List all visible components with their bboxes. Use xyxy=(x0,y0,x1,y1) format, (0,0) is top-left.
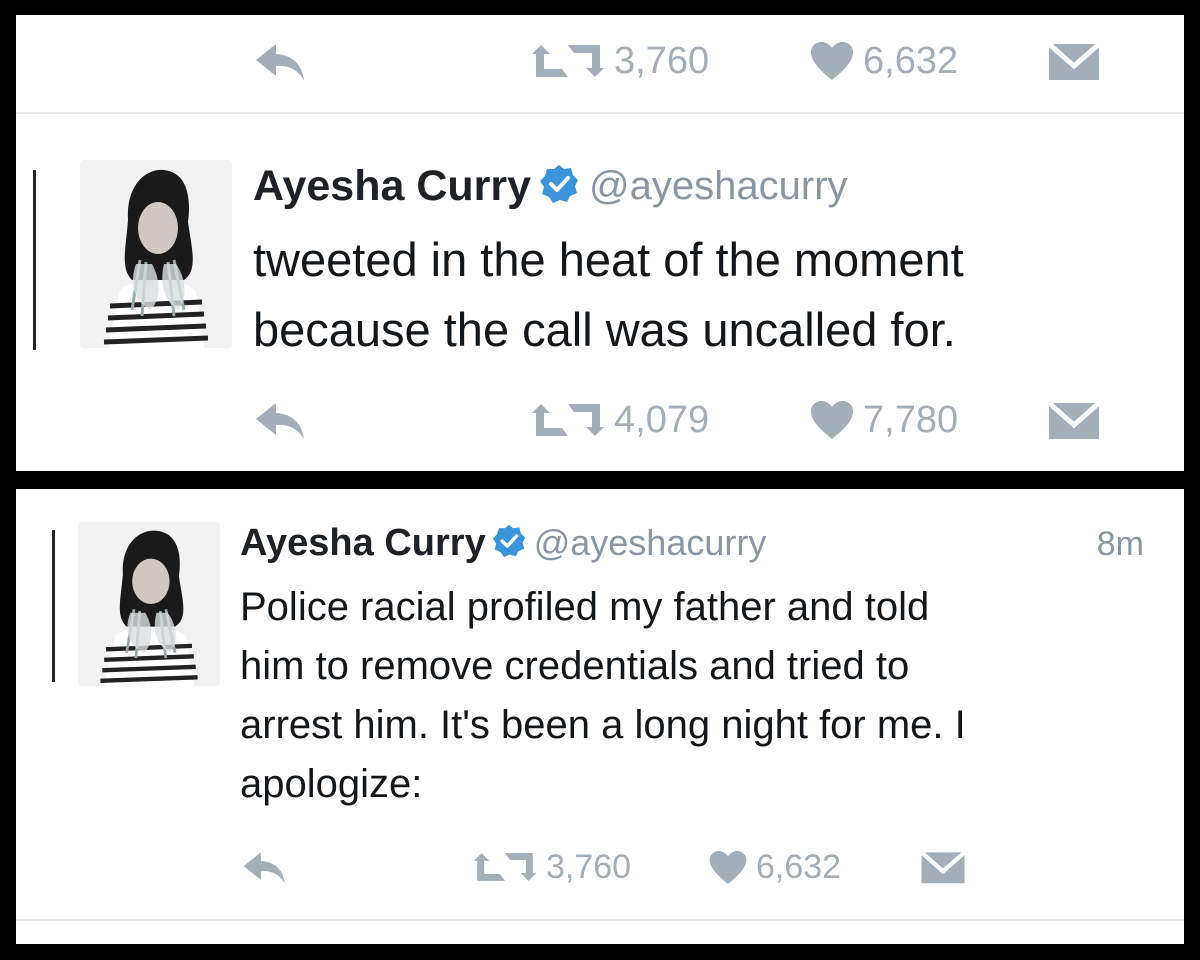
like-button[interactable]: 7,780 xyxy=(809,390,958,450)
avatar-photo xyxy=(80,160,232,348)
tweet-timestamp[interactable]: 8m xyxy=(1097,525,1144,564)
like-icon xyxy=(809,399,855,441)
reply-icon xyxy=(254,397,310,443)
user-handle[interactable]: @ayeshacurry xyxy=(589,164,847,209)
retweet-icon xyxy=(472,851,538,883)
tweet-text-line: tweeted in the heat of the moment xyxy=(253,233,964,286)
tweet-text-line: apologize: xyxy=(240,762,423,806)
display-name[interactable]: Ayesha Curry xyxy=(253,162,531,211)
avatar-container xyxy=(52,522,222,692)
reply-button[interactable] xyxy=(254,390,310,450)
retweet-icon xyxy=(530,43,606,79)
direct-message-button[interactable] xyxy=(919,837,967,897)
like-count: 6,632 xyxy=(863,39,959,82)
like-icon xyxy=(809,40,855,82)
retweet-button[interactable]: 3,760 xyxy=(530,31,709,91)
direct-message-button[interactable] xyxy=(1046,31,1102,91)
user-handle[interactable]: @ayeshacurry xyxy=(534,522,767,564)
direct-message-icon xyxy=(1046,397,1102,443)
reply-icon xyxy=(254,38,310,84)
reply-icon xyxy=(242,847,290,887)
tweet-header: Ayesha Curry @ayeshacurry xyxy=(240,517,766,569)
tweet-header: Ayesha Curry @ayeshacurry xyxy=(253,157,848,215)
verified-badge-icon xyxy=(492,524,526,563)
tweet-divider xyxy=(16,919,1184,921)
like-button[interactable]: 6,632 xyxy=(809,31,958,91)
tweet-screenshot-panel-1: 3,760 6,632 Ayesha Curry @ayeshacurry tw… xyxy=(16,15,1184,471)
like-count: 6,632 xyxy=(756,847,842,886)
display-name[interactable]: Ayesha Curry xyxy=(240,522,486,565)
tweet-text: tweeted in the heat of the moment becaus… xyxy=(253,225,1173,365)
retweet-count: 3,760 xyxy=(546,847,632,886)
direct-message-icon xyxy=(1046,38,1102,84)
retweet-button[interactable]: 3,760 xyxy=(472,837,631,897)
like-button[interactable]: 6,632 xyxy=(708,837,841,897)
avatar-edge xyxy=(33,170,36,350)
retweet-button[interactable]: 4,079 xyxy=(530,390,709,450)
tweet-text-line: arrest him. It's been a long night for m… xyxy=(240,703,966,747)
direct-message-button[interactable] xyxy=(1046,390,1102,450)
tweet-text: Police racial profiled my father and tol… xyxy=(240,578,1170,814)
tweet-text-line: him to remove credentials and tried to xyxy=(240,644,910,688)
tweet-text-line: because the call was uncalled for. xyxy=(253,303,956,356)
tweet-screenshot-panel-2: Ayesha Curry @ayeshacurry 8m Police raci… xyxy=(16,489,1184,944)
avatar-edge xyxy=(52,530,55,682)
avatar-container xyxy=(33,160,233,360)
retweet-icon xyxy=(530,402,606,438)
avatar-photo xyxy=(78,522,220,686)
previous-tweet-actions: 3,760 6,632 xyxy=(16,31,1184,91)
verified-badge-icon xyxy=(539,164,579,209)
avatar xyxy=(80,160,232,348)
retweet-count: 4,079 xyxy=(614,398,710,441)
reply-button[interactable] xyxy=(242,837,290,897)
tweet-actions: 4,079 7,780 xyxy=(16,390,1184,450)
like-count: 7,780 xyxy=(863,398,959,441)
tweet-actions: 3,760 6,632 xyxy=(16,837,1184,897)
tweet-divider xyxy=(16,112,1184,114)
reply-button[interactable] xyxy=(254,31,310,91)
direct-message-icon xyxy=(919,847,967,887)
retweet-count: 3,760 xyxy=(614,39,710,82)
avatar xyxy=(78,522,220,686)
like-icon xyxy=(708,849,748,886)
tweet-text-line: Police racial profiled my father and tol… xyxy=(240,585,930,629)
